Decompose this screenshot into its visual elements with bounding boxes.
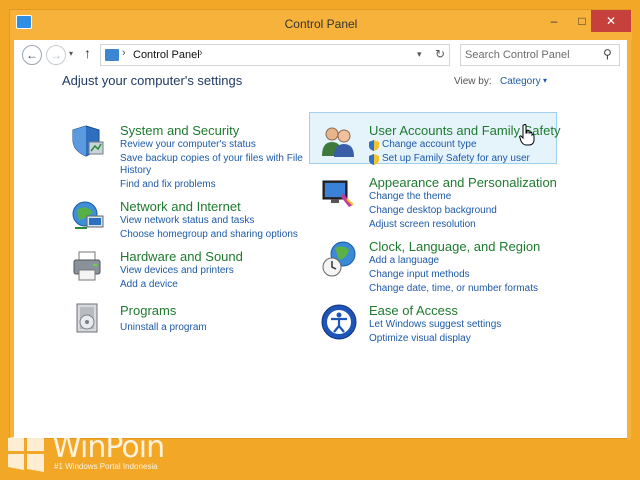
system-security-icon[interactable]: [71, 124, 105, 158]
link-network-status[interactable]: View network status and tasks: [120, 215, 254, 226]
link-save-backup-history[interactable]: History: [120, 165, 151, 176]
category-system-security[interactable]: System and Security: [120, 123, 239, 138]
title-bar[interactable]: Control Panel – □ ✕: [10, 10, 632, 40]
link-find-fix[interactable]: Find and fix problems: [120, 179, 216, 190]
hand-cursor-icon: [519, 124, 535, 146]
chevron-down-icon[interactable]: ▾: [543, 76, 547, 85]
link-devices-printers[interactable]: View devices and printers: [120, 265, 234, 276]
view-by-label: View by:: [454, 76, 492, 87]
link-change-theme[interactable]: Change the theme: [369, 191, 451, 202]
globe-clock-icon[interactable]: [321, 240, 359, 278]
link-change-account-type[interactable]: Change account type: [382, 139, 477, 150]
search-icon[interactable]: ⚲: [603, 47, 612, 61]
search-box[interactable]: ⚲: [460, 44, 620, 66]
link-save-backup[interactable]: Save backup copies of your files with Fi…: [120, 153, 303, 164]
printer-icon[interactable]: [71, 250, 105, 284]
link-date-time-formats[interactable]: Change date, time, or number formats: [369, 283, 538, 294]
category-appearance[interactable]: Appearance and Personalization: [369, 175, 557, 190]
uac-shield-icon: [369, 154, 379, 165]
link-add-language[interactable]: Add a language: [369, 255, 439, 266]
breadcrumb-control-panel[interactable]: Control Panel: [133, 49, 200, 61]
up-button[interactable]: ↑: [84, 45, 91, 61]
link-family-safety[interactable]: Set up Family Safety for any user: [382, 153, 530, 164]
category-clock-language[interactable]: Clock, Language, and Region: [369, 239, 540, 254]
refresh-icon[interactable]: ↻: [435, 47, 445, 61]
ease-of-access-icon[interactable]: [321, 304, 357, 340]
control-panel-icon: [105, 49, 119, 61]
users-icon[interactable]: [321, 124, 355, 158]
winpoin-watermark: WinPoin #1 Windows Portal Indonesia: [6, 428, 186, 476]
link-screen-resolution[interactable]: Adjust screen resolution: [369, 219, 476, 230]
link-desktop-background[interactable]: Change desktop background: [369, 205, 497, 216]
close-button[interactable]: ✕: [591, 10, 631, 32]
link-optimize-display[interactable]: Optimize visual display: [369, 333, 471, 344]
link-input-methods[interactable]: Change input methods: [369, 269, 470, 280]
address-bar[interactable]: › Control Panel › ▾ ↻: [100, 44, 450, 66]
minimize-button[interactable]: –: [540, 10, 568, 32]
link-homegroup[interactable]: Choose homegroup and sharing options: [120, 229, 298, 240]
display-icon[interactable]: [321, 177, 355, 211]
breadcrumb-separator-icon[interactable]: ›: [199, 47, 203, 59]
forward-button[interactable]: →: [46, 45, 66, 65]
watermark-title: WinPoin: [52, 430, 165, 465]
navigation-bar: ← → ▾ ↑ › Control Panel › ▾ ↻ ⚲: [14, 40, 627, 72]
category-programs[interactable]: Programs: [120, 303, 176, 318]
link-add-device[interactable]: Add a device: [120, 279, 178, 290]
category-network-internet[interactable]: Network and Internet: [120, 199, 241, 214]
programs-icon[interactable]: [71, 302, 105, 336]
winpoin-logo-icon: [8, 432, 44, 472]
page-title: Adjust your computer's settings: [62, 73, 243, 88]
breadcrumb-separator-icon[interactable]: ›: [122, 47, 126, 59]
search-input[interactable]: [465, 47, 595, 63]
view-by-dropdown[interactable]: Category: [500, 76, 541, 87]
category-ease-of-access[interactable]: Ease of Access: [369, 303, 458, 318]
window-title: Control Panel: [284, 17, 358, 31]
recent-locations-dropdown[interactable]: ▾: [69, 49, 73, 58]
network-icon[interactable]: [71, 200, 105, 234]
category-hardware-sound[interactable]: Hardware and Sound: [120, 249, 243, 264]
window-border-right: [627, 40, 631, 440]
address-dropdown-icon[interactable]: ▾: [417, 49, 422, 60]
back-button[interactable]: ←: [22, 45, 42, 65]
link-uninstall[interactable]: Uninstall a program: [120, 322, 207, 333]
window-border-left: [10, 40, 14, 440]
link-review-status[interactable]: Review your computer's status: [120, 139, 256, 150]
link-suggest-settings[interactable]: Let Windows suggest settings: [369, 319, 501, 330]
uac-shield-icon: [369, 140, 379, 151]
watermark-subtitle: #1 Windows Portal Indonesia: [54, 462, 158, 471]
